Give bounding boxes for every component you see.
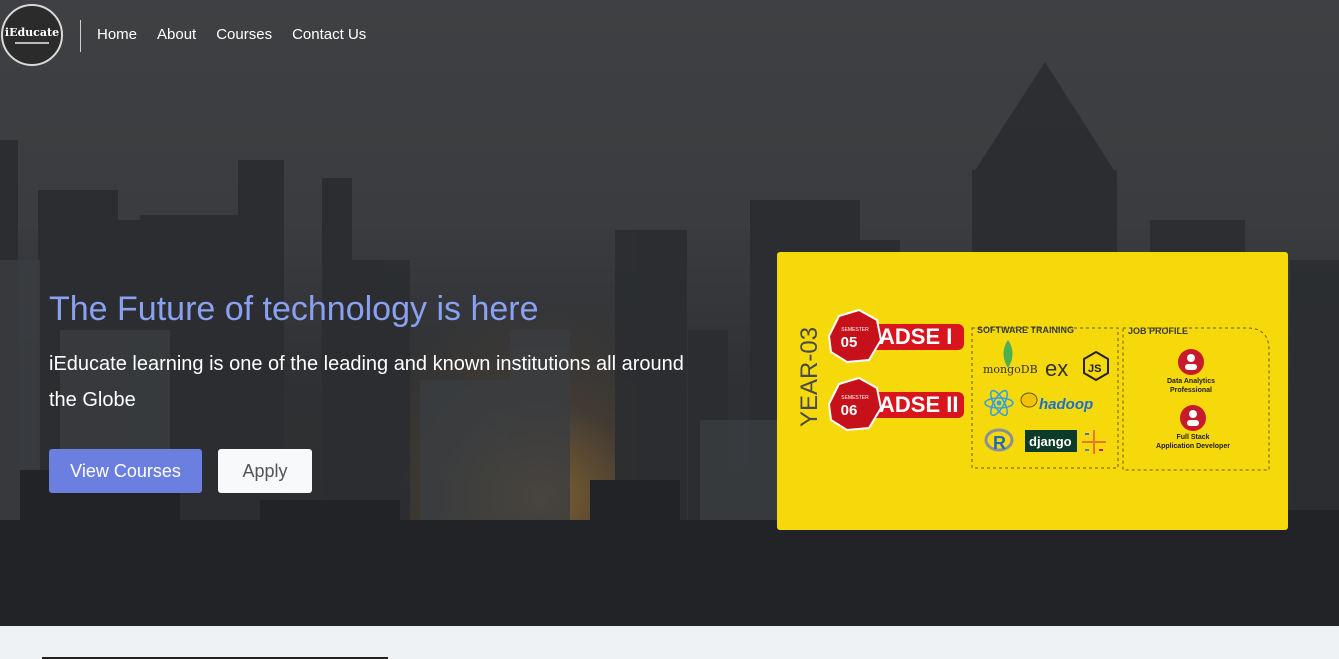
nav-divider — [80, 20, 81, 52]
hero-section: iEducate Home About Courses Contact Us T… — [0, 0, 1339, 626]
semester-06-badge: SEMESTER 06 ADSE II — [827, 376, 964, 432]
data-analytics-role-line2: Professional — [1170, 387, 1212, 394]
nav-about-link[interactable]: About — [157, 26, 196, 43]
full-stack-role-line1: Full Stack — [1176, 434, 1209, 441]
tableau-logo — [1082, 430, 1106, 454]
navbar: iEducate Home About Courses Contact Us — [0, 0, 1339, 72]
nav-courses-link[interactable]: Courses — [216, 26, 272, 43]
hadoop-logo: hadoop — [1020, 392, 1093, 413]
course-banner: YEAR-03 SEMESTER 05 ADSE I SEMESTER 06 A… — [777, 252, 1288, 530]
semester-05-course: ADSE I — [879, 324, 952, 349]
r-logo: R — [984, 428, 1014, 453]
year-label: YEAR-03 — [796, 327, 823, 427]
mongodb-logo-text: mongoDB — [983, 363, 1038, 376]
data-analytics-role-line1: Data Analytics — [1167, 378, 1215, 385]
express-logo: ex — [1045, 356, 1068, 381]
software-training-title: SOFTWARE TRAINING — [977, 325, 1074, 335]
apply-button[interactable]: Apply — [218, 449, 312, 493]
semester-05-badge: SEMESTER 05 ADSE I — [827, 308, 964, 364]
react-logo — [984, 389, 1014, 417]
nav-links: Home About Courses Contact Us — [97, 26, 366, 43]
django-logo-text: django — [1029, 434, 1072, 449]
semester-05-number: 05 — [841, 334, 858, 351]
logo-text: iEducate — [4, 26, 60, 39]
logo-underline — [15, 42, 49, 44]
hadoop-logo-text: hadoop — [1039, 396, 1093, 413]
data-analytics-role: Data Analytics Professional — [1167, 349, 1215, 394]
course-banner-graphic: YEAR-03 SEMESTER 05 ADSE I SEMESTER 06 A… — [796, 308, 1270, 471]
view-courses-button[interactable]: View Courses — [49, 449, 202, 493]
hero-subtitle: iEducate learning is one of the leading … — [49, 353, 684, 411]
next-section-strip — [0, 626, 1339, 659]
mongodb-logo: mongoDB — [983, 340, 1038, 376]
full-stack-role-line2: Application Developer — [1156, 443, 1230, 450]
nodejs-logo: JS — [1083, 350, 1109, 382]
semester-06-number: 06 — [841, 402, 858, 419]
nav-contact-link[interactable]: Contact Us — [292, 26, 366, 43]
semester-06-course: ADSE II — [879, 392, 958, 417]
full-stack-role: Full Stack Application Developer — [1156, 405, 1230, 450]
r-logo-text: R — [993, 433, 1006, 453]
semester-06-label: SEMESTER — [841, 395, 869, 401]
nodejs-logo-text: JS — [1088, 363, 1101, 375]
logo[interactable]: iEducate — [1, 4, 63, 66]
nav-home-link[interactable]: Home — [97, 26, 137, 43]
django-logo: django — [1025, 430, 1077, 452]
job-profile-title: JOB PROFILE — [1128, 326, 1188, 336]
semester-05-label: SEMESTER — [841, 327, 869, 333]
hero-title: The Future of technology is here — [49, 290, 539, 328]
